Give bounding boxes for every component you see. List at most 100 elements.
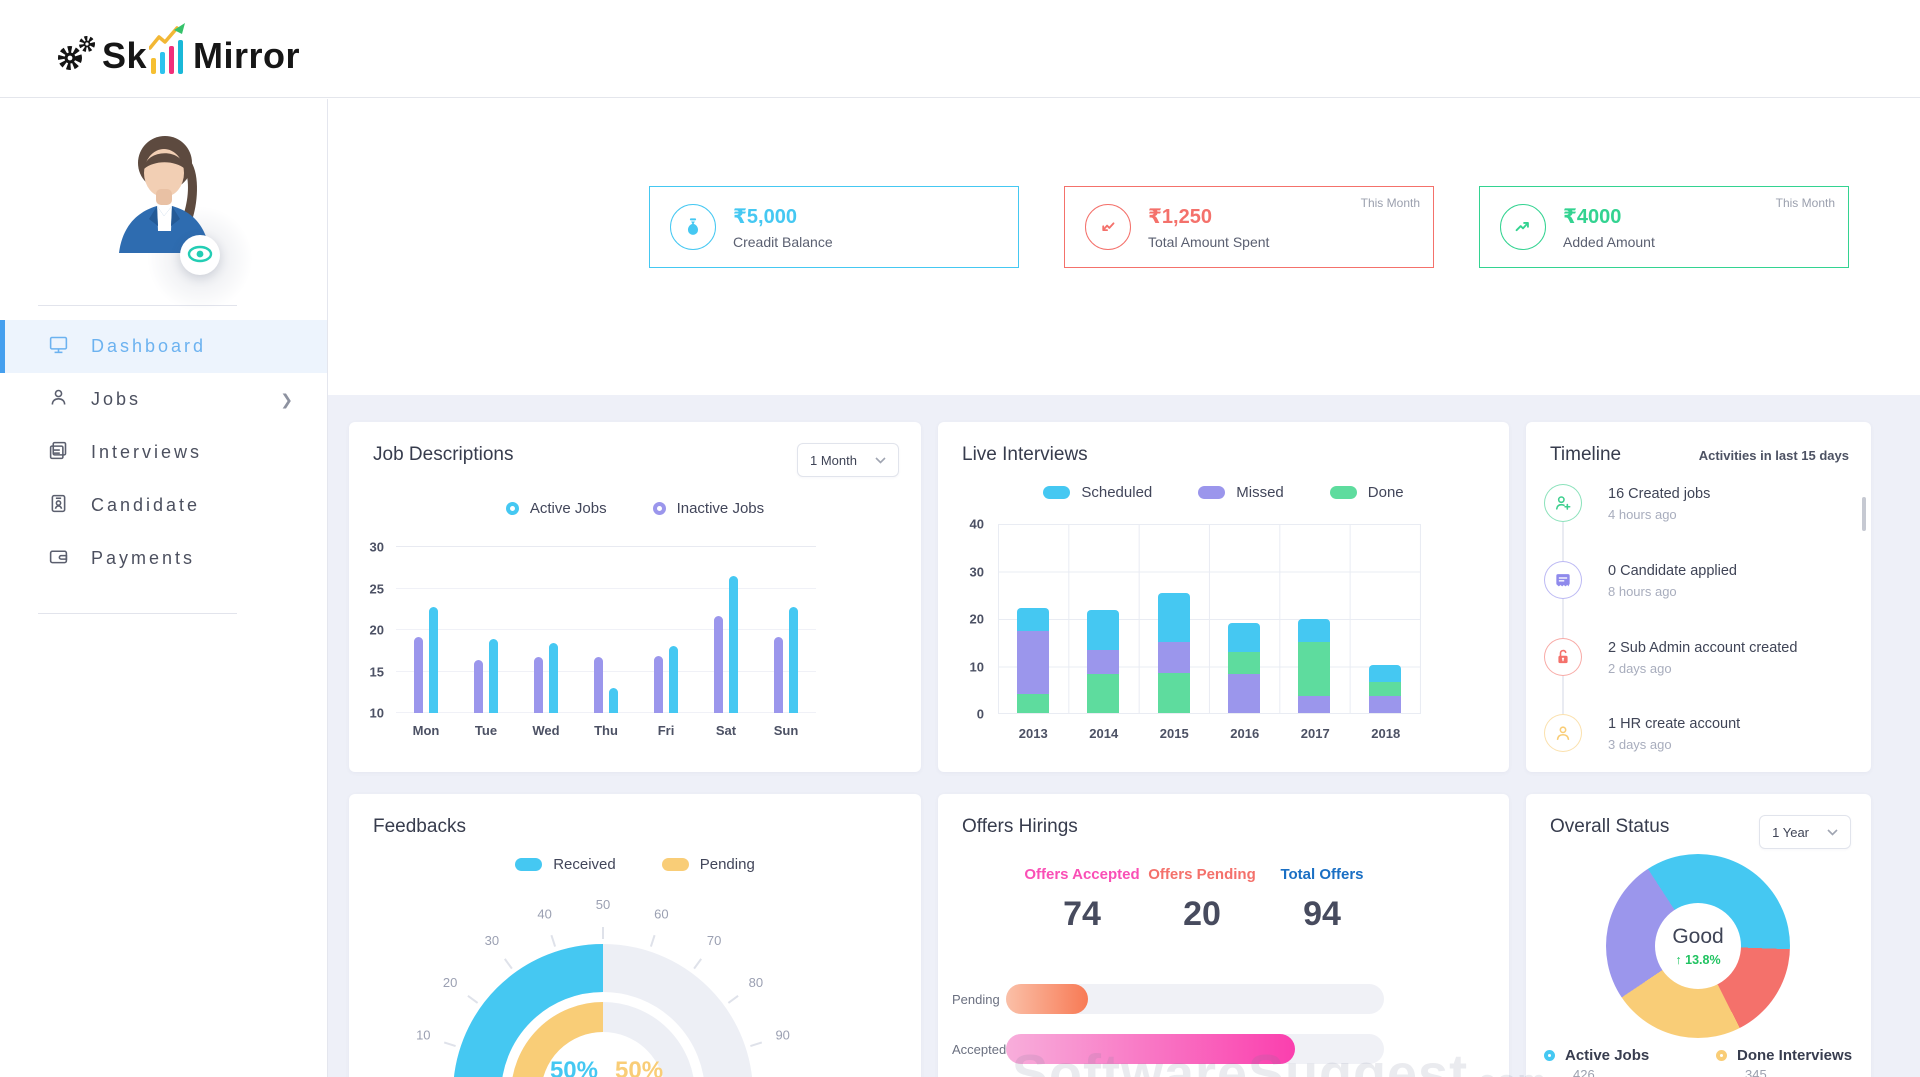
sidebar-item-candidate[interactable]: Candidate [0, 479, 327, 532]
live-interviews-panel: Live Interviews Scheduled Missed Done 0 10 2… [938, 422, 1509, 772]
timeline-item: 1 HR create account 3 days ago [1544, 714, 1740, 752]
legend-swatch [1198, 486, 1226, 499]
timeline-panel: Timeline Activities in last 15 days 16 C… [1526, 422, 1871, 772]
sidebar-item-label: Dashboard [91, 336, 207, 356]
stacked-bar [1228, 622, 1261, 713]
bar-active-jobs [609, 688, 618, 713]
legend-label: Received [553, 856, 616, 873]
user-icon [48, 387, 69, 413]
progress-row: Pending [952, 984, 1402, 1014]
svg-text:50: 50 [596, 897, 610, 912]
y-axis-tick: 15 [369, 664, 384, 679]
x-axis-label: 2016 [1230, 726, 1260, 741]
sidebar-item-jobs[interactable]: Jobs ❯ [0, 373, 327, 426]
card-value: ₹5,000 [733, 206, 797, 228]
legend-label: Inactive Jobs [676, 500, 765, 517]
timeline-item-title: 16 Created jobs [1608, 486, 1711, 502]
legend-swatch [515, 858, 543, 871]
main-content: ₹5,000 Creadit Balance ₹1,250 Total Amou… [328, 99, 1920, 1077]
legend-item[interactable]: Inactive Jobs [652, 500, 765, 517]
bar-inactive-jobs [774, 636, 783, 713]
bar-segment-done [1298, 641, 1331, 697]
svg-text:60: 60 [654, 906, 668, 921]
x-axis-label: Tue [474, 723, 498, 738]
timeline-scrollbar[interactable] [1862, 497, 1866, 531]
donut-delta: ↑ 13.8% [1675, 953, 1721, 967]
job-descriptions-chart: 10 15 20 25 30 Mon Tue Wed Thu Fri Sat Sun [370, 540, 816, 743]
legend-label: Missed [1236, 484, 1284, 501]
sidebar-item-interviews[interactable]: Interviews [0, 426, 327, 479]
y-axis-tick: 0 [976, 706, 984, 722]
stacked-bar [1157, 592, 1190, 713]
timeline-item-title: 0 Candidate applied [1608, 563, 1737, 579]
progress-row-label: Pending [952, 991, 1000, 1007]
legend-label: Active Jobs [529, 500, 607, 517]
legend-item[interactable]: Active Jobs [505, 500, 607, 517]
bar-segment-missed [1087, 650, 1120, 675]
legend-value: 426 [1573, 1067, 1595, 1077]
offers-hirings-panel: Offers Hirings Offers Accepted 74 Offers P… [938, 794, 1509, 1077]
timeline-item-time: 4 hours ago [1608, 507, 1677, 522]
bar-inactive-jobs [654, 655, 663, 713]
sidebar-item-payments[interactable]: Payments [0, 532, 327, 585]
offer-stat-value: 74 [1063, 895, 1101, 933]
sidebar-item-label: Jobs [91, 389, 142, 409]
app-header: Sk Mirror [0, 0, 1920, 98]
panel-title: Live Interviews [962, 444, 1088, 465]
job-chart-legend: Active Jobs Inactive Jobs [349, 500, 921, 517]
x-axis-label: Fri [657, 723, 675, 738]
bar-segment-done [1368, 682, 1401, 697]
card-badge: This Month [1775, 196, 1835, 210]
wallet-icon [48, 546, 69, 572]
timeline-item-time: 3 days ago [1608, 737, 1672, 752]
card-label: Added Amount [1563, 234, 1655, 250]
legend-item[interactable]: Missed [1198, 484, 1284, 501]
sidebar-item-dashboard[interactable]: Dashboard [0, 320, 327, 373]
legend-item[interactable]: Done [1329, 484, 1404, 501]
period-select[interactable]: 1 Month [797, 443, 899, 477]
x-axis-label: 2018 [1371, 726, 1401, 741]
bar-inactive-jobs [534, 656, 543, 713]
stacked-bar [1298, 618, 1331, 713]
id-badge-icon [48, 493, 69, 519]
legend-item[interactable]: Pending [661, 856, 755, 873]
timeline-subtitle: Activities in last 15 days [1698, 448, 1849, 463]
legend-swatch [1043, 486, 1071, 499]
donut-center: Good ↑ 13.8% [1655, 903, 1741, 989]
bar-segment-done [1228, 652, 1261, 675]
growth-arrow-icon [1500, 204, 1546, 250]
timeline-item-time: 8 hours ago [1608, 584, 1677, 599]
logo-text-prefix: Sk [102, 35, 148, 76]
bar-segment-done [1017, 694, 1050, 713]
sidebar-nav: Dashboard Jobs ❯ Interviews Candidate Pa… [0, 306, 327, 599]
feedbacks-legend: Received Pending [349, 856, 921, 873]
legend-label: Done Interviews [1737, 1047, 1853, 1064]
legend-item[interactable]: Scheduled [1043, 484, 1152, 501]
panel-title: Feedbacks [373, 816, 466, 837]
gears-icon [52, 22, 100, 74]
bar-segment-done [1157, 672, 1190, 713]
sidebar-item-label: Interviews [91, 442, 203, 462]
legend-swatch [1716, 1050, 1727, 1061]
chevron-down-icon [875, 456, 886, 464]
logo-text-suffix: Mirror [193, 35, 301, 76]
legend-item[interactable]: Done Interviews 345 [1716, 1047, 1874, 1077]
offer-stat: Offers Accepted 74 [1022, 866, 1142, 934]
y-axis-tick: 20 [969, 611, 984, 627]
legend-item[interactable]: Active Jobs 426 [1544, 1047, 1716, 1077]
chevron-down-icon [1827, 828, 1838, 836]
offer-stat: Total Offers 94 [1262, 866, 1382, 934]
bar-active-jobs [489, 639, 498, 713]
period-select[interactable]: 1 Year [1759, 815, 1851, 849]
x-axis-label: Wed [532, 723, 560, 738]
interview-card-icon [48, 440, 69, 466]
period-select-value: 1 Year [1772, 824, 1809, 840]
y-axis-tick: 30 [969, 564, 984, 579]
view-profile-button[interactable] [180, 235, 220, 275]
y-axis-tick: 40 [969, 516, 984, 532]
x-axis-label: 2017 [1300, 726, 1330, 741]
progress-fill [1006, 984, 1088, 1014]
profile-section [0, 99, 327, 319]
feedbacks-panel: Feedbacks ReceivedPending 01020304050607… [349, 794, 921, 1077]
legend-item[interactable]: Received [515, 856, 616, 873]
